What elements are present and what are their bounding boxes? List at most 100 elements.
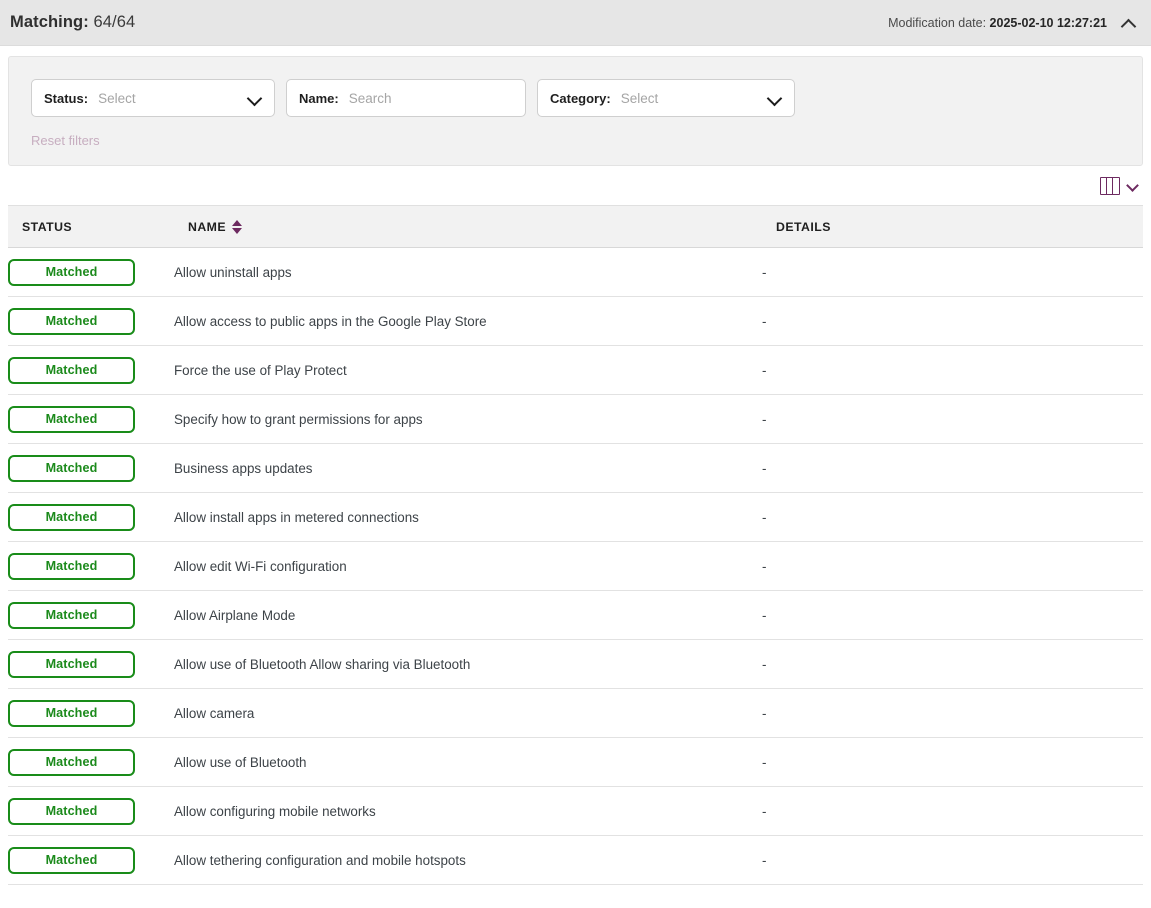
table-row[interactable]: Matched Allow Airplane Mode -: [8, 590, 1143, 640]
cell-details: -: [762, 492, 1143, 542]
matching-label: Matching:: [10, 13, 89, 31]
cell-name: Allow edit Wi-Fi configuration: [174, 541, 762, 591]
filter-panel: Status: Select Name: Search Category: Se…: [8, 56, 1143, 166]
chevron-down-icon[interactable]: [248, 91, 262, 105]
status-filter-value: Select: [98, 90, 136, 106]
table-row[interactable]: Matched Force the use of Play Protect -: [8, 345, 1143, 395]
matching-summary: Matching: 64/64: [10, 13, 135, 32]
cell-name: Allow configuring mobile networks: [174, 786, 762, 836]
cell-status: Matched: [8, 443, 174, 493]
cell-name: Specify how to grant permissions for app…: [174, 394, 762, 444]
cell-name: Allow uninstall apps: [174, 247, 762, 297]
category-filter-value: Select: [620, 90, 659, 106]
column-header-name-label: NAME: [188, 219, 227, 234]
modification-summary: Modification date: 2025-02-10 12:27:21: [888, 15, 1137, 31]
table-body: Matched Allow uninstall apps - Matched Allow…: [8, 247, 1143, 885]
table-row[interactable]: Matched Allow access to public apps in th…: [8, 296, 1143, 346]
table-row[interactable]: Matched Business apps updates -: [8, 443, 1143, 493]
cell-status: Matched: [8, 639, 174, 689]
cell-name: Allow tethering configuration and mobile…: [174, 835, 762, 885]
column-header-name[interactable]: NAME: [174, 205, 762, 248]
cell-details: -: [762, 786, 1143, 836]
cell-details: -: [762, 443, 1143, 493]
status-badge: Matched: [8, 846, 135, 874]
name-filter-label: Name:: [299, 90, 339, 106]
cell-details: -: [762, 541, 1143, 591]
cell-details: -: [762, 639, 1143, 689]
name-filter[interactable]: Name: Search: [286, 79, 526, 117]
sort-toggle-icon[interactable]: [232, 219, 243, 234]
status-badge: Matched: [8, 258, 135, 286]
cell-name: Allow camera: [174, 688, 762, 738]
filter-panel-wrapper: Status: Select Name: Search Category: Se…: [0, 46, 1151, 166]
cell-status: Matched: [8, 492, 174, 542]
cell-details: -: [762, 688, 1143, 738]
cell-details: -: [762, 835, 1143, 885]
cell-status: Matched: [8, 590, 174, 640]
modification-date-label: Modification date:: [888, 15, 987, 30]
status-badge: Matched: [8, 650, 135, 678]
chevron-down-icon[interactable]: [1127, 180, 1139, 192]
table-row[interactable]: Matched Allow tethering configuration and…: [8, 835, 1143, 885]
cell-status: Matched: [8, 296, 174, 346]
reset-filters-link[interactable]: Reset filters: [31, 133, 100, 148]
table-row[interactable]: Matched Allow install apps in metered con…: [8, 492, 1143, 542]
modification-date-group: Modification date: 2025-02-10 12:27:21: [888, 16, 1107, 30]
cell-status: Matched: [8, 247, 174, 297]
filter-row: Status: Select Name: Search Category: Se…: [31, 79, 1120, 117]
status-badge: Matched: [8, 405, 135, 433]
chevron-up-icon[interactable]: [1121, 15, 1137, 31]
table-row[interactable]: Matched Allow use of Bluetooth Allow shar…: [8, 639, 1143, 689]
cell-details: -: [762, 737, 1143, 787]
table-row[interactable]: Matched Allow use of Bluetooth -: [8, 737, 1143, 787]
cell-name: Allow Airplane Mode: [174, 590, 762, 640]
status-badge: Matched: [8, 601, 135, 629]
cell-status: Matched: [8, 345, 174, 395]
status-badge: Matched: [8, 356, 135, 384]
cell-details: -: [762, 394, 1143, 444]
cell-status: Matched: [8, 835, 174, 885]
cell-status: Matched: [8, 786, 174, 836]
table-toolbar: [0, 166, 1151, 205]
chevron-down-icon[interactable]: [768, 91, 782, 105]
cell-status: Matched: [8, 737, 174, 787]
cell-name: Allow use of Bluetooth Allow sharing via…: [174, 639, 762, 689]
column-header-status[interactable]: STATUS: [8, 205, 174, 248]
cell-details: -: [762, 345, 1143, 395]
summary-bar: Matching: 64/64 Modification date: 2025-…: [0, 0, 1151, 46]
category-filter[interactable]: Category: Select: [537, 79, 795, 117]
status-badge: Matched: [8, 454, 135, 482]
table-head: STATUS NAME DETAILS: [8, 205, 1143, 248]
cell-name: Allow install apps in metered connection…: [174, 492, 762, 542]
table-row[interactable]: Matched Allow edit Wi-Fi configuration -: [8, 541, 1143, 591]
cell-name: Allow access to public apps in the Googl…: [174, 296, 762, 346]
status-badge: Matched: [8, 503, 135, 531]
status-badge: Matched: [8, 748, 135, 776]
cell-name: Business apps updates: [174, 443, 762, 493]
column-header-details[interactable]: DETAILS: [762, 205, 1143, 248]
category-filter-label: Category:: [550, 90, 611, 106]
table-row[interactable]: Matched Specify how to grant permissions …: [8, 394, 1143, 444]
cell-status: Matched: [8, 394, 174, 444]
modification-date-value: 2025-02-10 12:27:21: [989, 15, 1107, 30]
name-search-input[interactable]: Search: [349, 91, 513, 106]
cell-name: Force the use of Play Protect: [174, 345, 762, 395]
column-header-status-label: STATUS: [22, 219, 73, 234]
cell-status: Matched: [8, 688, 174, 738]
status-filter-label: Status:: [44, 90, 89, 106]
table-row[interactable]: Matched Allow uninstall apps -: [8, 247, 1143, 297]
status-badge: Matched: [8, 699, 135, 727]
status-filter[interactable]: Status: Select: [31, 79, 275, 117]
table-row[interactable]: Matched Allow camera -: [8, 688, 1143, 738]
cell-details: -: [762, 247, 1143, 297]
table-header-row: STATUS NAME DETAILS: [8, 205, 1143, 248]
table-row[interactable]: Matched Allow configuring mobile networks…: [8, 786, 1143, 836]
status-badge: Matched: [8, 552, 135, 580]
cell-status: Matched: [8, 541, 174, 591]
cell-details: -: [762, 296, 1143, 346]
column-header-details-label: DETAILS: [776, 219, 831, 234]
columns-icon[interactable]: [1100, 177, 1120, 195]
status-badge: Matched: [8, 307, 135, 335]
policies-table: STATUS NAME DETAILS Matched Allow uninsta…: [8, 205, 1143, 885]
policies-table-wrapper: STATUS NAME DETAILS Matched Allow uninsta…: [0, 205, 1151, 885]
